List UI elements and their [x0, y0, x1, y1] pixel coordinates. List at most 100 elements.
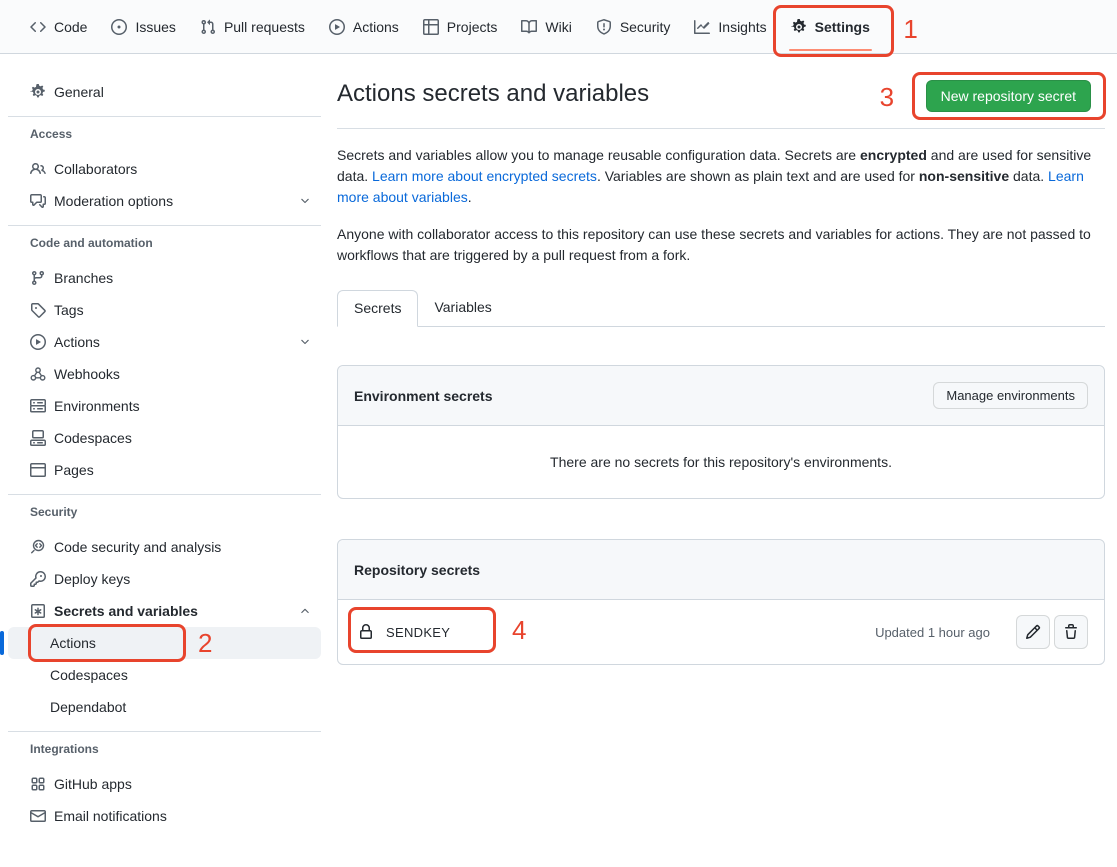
key-icon — [30, 571, 46, 587]
sidebar-item-label: General — [54, 84, 104, 100]
edit-secret-button[interactable] — [1016, 615, 1050, 649]
sidebar-item-label: Codespaces — [54, 430, 132, 446]
sidebar-item-environments[interactable]: Environments — [8, 390, 321, 422]
manage-environments-button[interactable]: Manage environments — [933, 382, 1088, 409]
tab-actions[interactable]: Actions — [321, 8, 407, 46]
tab-label: Pull requests — [224, 19, 305, 35]
sidebar-item-email-notifications[interactable]: Email notifications — [8, 800, 321, 832]
environment-secrets-header: Environment secrets Manage environments — [338, 366, 1104, 426]
intro-text: . Variables are shown as plain text and … — [597, 168, 919, 184]
table-icon — [423, 19, 439, 35]
sidebar-item-codespaces[interactable]: Codespaces — [8, 422, 321, 454]
code-icon — [30, 19, 46, 35]
browser-icon — [30, 462, 46, 478]
sidebar-item-deploy-keys[interactable]: Deploy keys — [8, 563, 321, 595]
secret-row-actions: Updated 1 hour ago — [875, 615, 1088, 649]
git-pull-request-icon — [200, 19, 216, 35]
sidebar-item-pages[interactable]: Pages — [8, 454, 321, 486]
sidebar-item-label: GitHub apps — [54, 776, 132, 792]
tab-issues[interactable]: Issues — [103, 8, 183, 46]
tab-label: Actions — [353, 19, 399, 35]
page-title: Actions secrets and variables — [337, 78, 649, 110]
sidebar-item-general[interactable]: General — [8, 76, 321, 108]
sidebar-item-moderation-options[interactable]: Moderation options — [8, 185, 321, 217]
secret-name: SENDKEY — [386, 625, 450, 640]
tag-icon — [30, 302, 46, 318]
tab-label: Security — [620, 19, 671, 35]
sidebar-section-header: Code and automation — [8, 236, 321, 250]
delete-secret-button[interactable] — [1054, 615, 1088, 649]
lock-icon — [358, 624, 374, 640]
sidebar-item-code-security[interactable]: Code security and analysis — [8, 531, 321, 563]
sidebar-item-webhooks[interactable]: Webhooks — [8, 358, 321, 390]
intro-paragraph-2: Anyone with collaborator access to this … — [337, 224, 1105, 266]
sidebar-divider — [8, 731, 321, 732]
sidebar-item-label: Tags — [54, 302, 84, 318]
environment-secrets-empty-message: There are no secrets for this repository… — [338, 426, 1104, 498]
apps-icon — [30, 776, 46, 792]
tab-label: Issues — [135, 19, 175, 35]
link-encrypted-secrets[interactable]: Learn more about encrypted secrets — [372, 168, 597, 184]
sidebar-item-collaborators[interactable]: Collaborators — [8, 153, 321, 185]
intro-bold-non-sensitive: non-sensitive — [919, 168, 1009, 184]
people-icon — [30, 161, 46, 177]
active-tab-underline — [789, 49, 872, 51]
codespaces-icon — [30, 430, 46, 446]
tab-projects[interactable]: Projects — [415, 8, 506, 46]
sidebar-item-label: Environments — [54, 398, 140, 414]
sidebar-item-label: Branches — [54, 270, 113, 286]
sidebar-subitem-dependabot[interactable]: Dependabot — [8, 691, 321, 723]
server-icon — [30, 398, 46, 414]
tab-wiki[interactable]: Wiki — [513, 8, 579, 46]
sidebar-item-secrets-and-variables[interactable]: Secrets and variables — [8, 595, 321, 627]
annotation-number-1: 1 — [903, 16, 917, 42]
sidebar-subitem-label: Dependabot — [50, 699, 126, 715]
tab-secrets[interactable]: Secrets — [337, 290, 418, 327]
webhook-icon — [30, 366, 46, 382]
tab-variables[interactable]: Variables — [418, 290, 507, 326]
secret-updated-time: Updated 1 hour ago — [875, 625, 990, 640]
sidebar-item-label: Secrets and variables — [54, 603, 198, 619]
codescan-icon — [30, 539, 46, 555]
tab-security[interactable]: Security — [588, 8, 679, 46]
sidebar-item-label: Collaborators — [54, 161, 137, 177]
intro-paragraph: Secrets and variables allow you to manag… — [337, 145, 1105, 208]
mail-icon — [30, 808, 46, 824]
sidebar-item-label: Code security and analysis — [54, 539, 221, 555]
sidebar-item-label: Actions — [54, 334, 100, 350]
sidebar-divider — [8, 116, 321, 117]
shield-icon — [596, 19, 612, 35]
sidebar-divider — [8, 225, 321, 226]
git-branch-icon — [30, 270, 46, 286]
pencil-icon — [1025, 624, 1041, 640]
tab-label: Wiki — [545, 19, 571, 35]
card-title: Environment secrets — [354, 388, 493, 404]
tab-label: Insights — [718, 19, 766, 35]
sidebar-item-label: Deploy keys — [54, 571, 130, 587]
sidebar-item-tags[interactable]: Tags — [8, 294, 321, 326]
page-header: Actions secrets and variables New reposi… — [337, 78, 1105, 129]
secret-row: SENDKEY Updated 1 hour ago 4 — [338, 600, 1104, 664]
play-icon — [329, 19, 345, 35]
comment-discussion-icon — [30, 193, 46, 209]
gear-icon — [30, 84, 46, 100]
chevron-down-icon — [299, 195, 313, 207]
tab-settings[interactable]: Settings 1 — [783, 8, 878, 46]
new-repository-secret-button[interactable]: New repository secret — [926, 80, 1091, 112]
sidebar-item-branches[interactable]: Branches — [8, 262, 321, 294]
chevron-up-icon — [299, 605, 313, 617]
sidebar-subitem-codespaces[interactable]: Codespaces — [8, 659, 321, 691]
tab-code[interactable]: Code — [22, 8, 95, 46]
sidebar-item-github-apps[interactable]: GitHub apps — [8, 768, 321, 800]
settings-sidebar: General Access Collaborators Moderation … — [0, 54, 337, 832]
trash-icon — [1063, 624, 1079, 640]
sidebar-divider — [8, 494, 321, 495]
repository-secrets-card: Repository secrets SENDKEY Updated 1 hou… — [337, 539, 1105, 665]
sidebar-subitem-actions[interactable]: Actions 2 — [8, 627, 321, 659]
sidebar-item-actions[interactable]: Actions — [8, 326, 321, 358]
annotation-number-2: 2 — [198, 630, 212, 656]
repository-secrets-header: Repository secrets — [338, 540, 1104, 600]
annotation-number-3: 3 — [880, 84, 894, 110]
tab-insights[interactable]: Insights — [686, 8, 774, 46]
tab-pull-requests[interactable]: Pull requests — [192, 8, 313, 46]
